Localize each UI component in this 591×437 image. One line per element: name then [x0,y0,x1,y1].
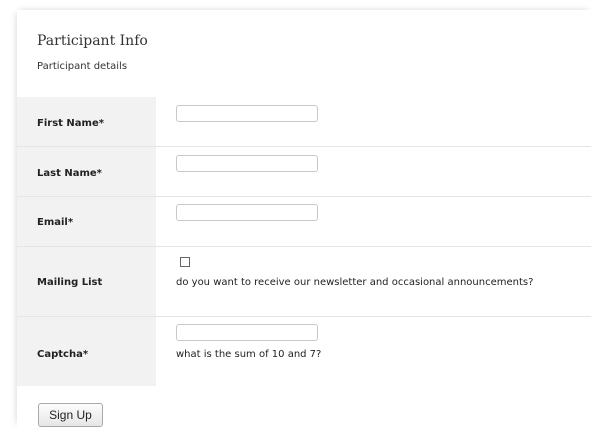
participant-info-panel: Participant Info Participant details Fir… [17,10,591,437]
first-name-value-cell [156,97,591,146]
first-name-row: First Name* [17,97,591,146]
mailing-list-label-cell: Mailing List [17,247,156,316]
captcha-row: Captcha* what is the sum of 10 and 7? [17,316,591,386]
last-name-label-cell: Last Name* [17,147,156,196]
first-name-input[interactable] [176,105,318,122]
captcha-input[interactable] [176,324,318,341]
mailing-list-value-cell: do you want to receive our newsletter an… [156,247,591,316]
form-footer: Sign Up [17,395,591,437]
section-header: Participant Info Participant details [17,10,591,96]
captcha-label: Captcha* [37,349,89,360]
last-name-row: Last Name* [17,146,591,196]
captcha-value-cell: what is the sum of 10 and 7? [156,317,591,386]
email-label-cell: Email* [17,197,156,246]
email-label: Email* [37,217,74,228]
captcha-help-text: what is the sum of 10 and 7? [176,349,322,360]
last-name-label: Last Name* [37,168,102,179]
email-row: Email* [17,196,591,246]
email-value-cell [156,197,591,246]
sign-up-button[interactable]: Sign Up [38,403,103,427]
mailing-list-checkbox[interactable] [180,257,190,267]
last-name-input[interactable] [176,155,318,172]
mailing-list-help-text: do you want to receive our newsletter an… [176,277,534,288]
mailing-list-label: Mailing List [37,277,103,288]
section-title: Participant Info [37,33,148,49]
section-subtitle: Participant details [37,61,128,72]
participant-form: First Name* Last Name* Email* Mailing Li… [17,97,591,386]
last-name-value-cell [156,147,591,196]
first-name-label-cell: First Name* [17,97,156,146]
email-input[interactable] [176,204,318,221]
captcha-label-cell: Captcha* [17,317,156,386]
first-name-label: First Name* [37,118,104,129]
mailing-list-row: Mailing List do you want to receive our … [17,246,591,316]
